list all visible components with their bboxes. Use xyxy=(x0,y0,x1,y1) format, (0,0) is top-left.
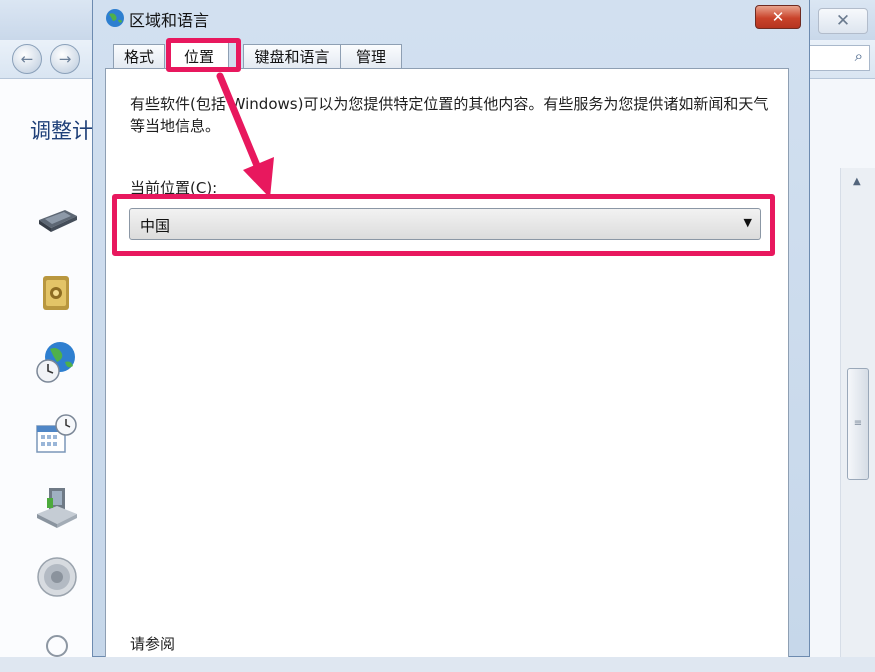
annotation-arrow xyxy=(216,72,274,198)
